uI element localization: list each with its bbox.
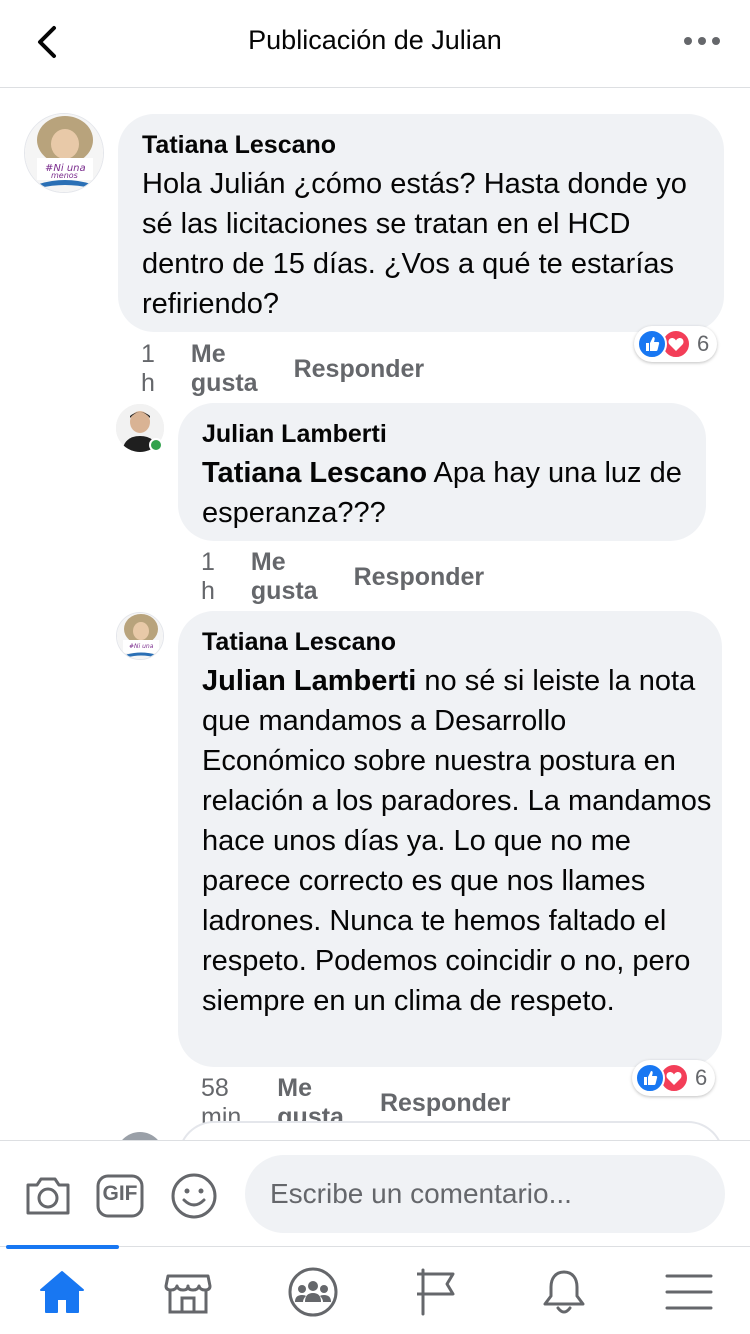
tab-marketplace[interactable] xyxy=(161,1265,215,1319)
comment-text-body: no sé si leiste la nota que mandamos a D… xyxy=(202,665,712,1017)
like-reaction-icon xyxy=(635,1063,665,1093)
camera-icon xyxy=(26,1177,70,1215)
comment-input[interactable] xyxy=(245,1155,725,1233)
comment-bubble[interactable]: Tatiana Lescano Hola Julián ¿cómo estás?… xyxy=(118,114,724,332)
svg-text:#Ni una: #Ni una xyxy=(129,643,154,650)
mention-link[interactable]: Julian Lamberti xyxy=(202,665,416,697)
comment-author[interactable]: Tatiana Lescano xyxy=(142,130,712,160)
more-icon xyxy=(684,37,720,45)
profile-picture: #Ni una xyxy=(117,613,163,659)
like-button[interactable]: Me gusta xyxy=(251,548,318,606)
comment-bubble[interactable]: Julian Lamberti Tatiana Lescano Apa hay … xyxy=(178,403,706,541)
like-button[interactable]: Me gusta xyxy=(191,340,258,398)
smiley-icon xyxy=(171,1173,217,1219)
mention-link[interactable]: Tatiana Lescano xyxy=(202,457,427,489)
comment-text: Tatiana Lescano Apa hay una luz de esper… xyxy=(202,453,698,533)
marketplace-icon xyxy=(164,1274,212,1314)
tab-menu[interactable] xyxy=(662,1265,716,1319)
groups-icon xyxy=(288,1267,338,1317)
reaction-count: 6 xyxy=(695,1065,708,1090)
gif-label: GIF xyxy=(102,1182,138,1205)
reactions-summary[interactable]: 6 xyxy=(632,1060,716,1096)
comment-time: 1 h xyxy=(201,548,215,605)
reaction-count: 6 xyxy=(697,331,710,356)
bell-icon xyxy=(543,1270,585,1314)
flag-icon xyxy=(417,1268,455,1316)
hamburger-menu-icon xyxy=(665,1274,713,1310)
comment-text: Hola Julián ¿cómo estás? Hasta donde yo … xyxy=(142,168,687,320)
tab-home[interactable] xyxy=(35,1265,89,1319)
comment-text: Julian Lamberti no sé si leiste la nota … xyxy=(202,661,712,1021)
home-icon xyxy=(40,1271,84,1313)
tab-pages[interactable] xyxy=(412,1265,466,1319)
comment-author[interactable]: Tatiana Lescano xyxy=(202,627,712,657)
gif-button[interactable]: GIF xyxy=(95,1171,145,1221)
comment-actions: 1 h Me gusta Responder xyxy=(141,340,460,398)
avatar[interactable]: #Ni una xyxy=(116,612,164,660)
reply-button[interactable]: Responder xyxy=(380,1089,511,1118)
comment-actions: 1 h Me gusta Responder xyxy=(201,548,520,606)
svg-text:menos: menos xyxy=(51,171,78,180)
comment-composer: GIF xyxy=(0,1140,750,1248)
bottom-navigation xyxy=(0,1245,750,1334)
tab-notifications[interactable] xyxy=(537,1265,591,1319)
avatar[interactable]: #Ni una menos xyxy=(24,113,104,193)
like-reaction-icon xyxy=(637,329,667,359)
emoji-button[interactable] xyxy=(169,1171,219,1221)
camera-button[interactable] xyxy=(23,1171,73,1221)
reactions-summary[interactable]: 6 xyxy=(634,326,718,362)
comment-author[interactable]: Julian Lamberti xyxy=(202,419,698,449)
page-title: Publicación de Julian xyxy=(248,25,502,55)
comment-time: 1 h xyxy=(141,340,155,397)
profile-picture: #Ni una menos xyxy=(25,114,103,192)
top-bar: Publicación de Julian xyxy=(0,0,750,88)
more-options-button[interactable] xyxy=(682,24,722,58)
reply-button[interactable]: Responder xyxy=(294,355,425,384)
active-tab-indicator xyxy=(6,1245,119,1249)
online-status-indicator xyxy=(149,438,163,452)
reply-button[interactable]: Responder xyxy=(354,563,485,592)
tab-groups[interactable] xyxy=(286,1265,340,1319)
comment-bubble[interactable]: Tatiana Lescano Julian Lamberti no sé si… xyxy=(178,611,722,1067)
